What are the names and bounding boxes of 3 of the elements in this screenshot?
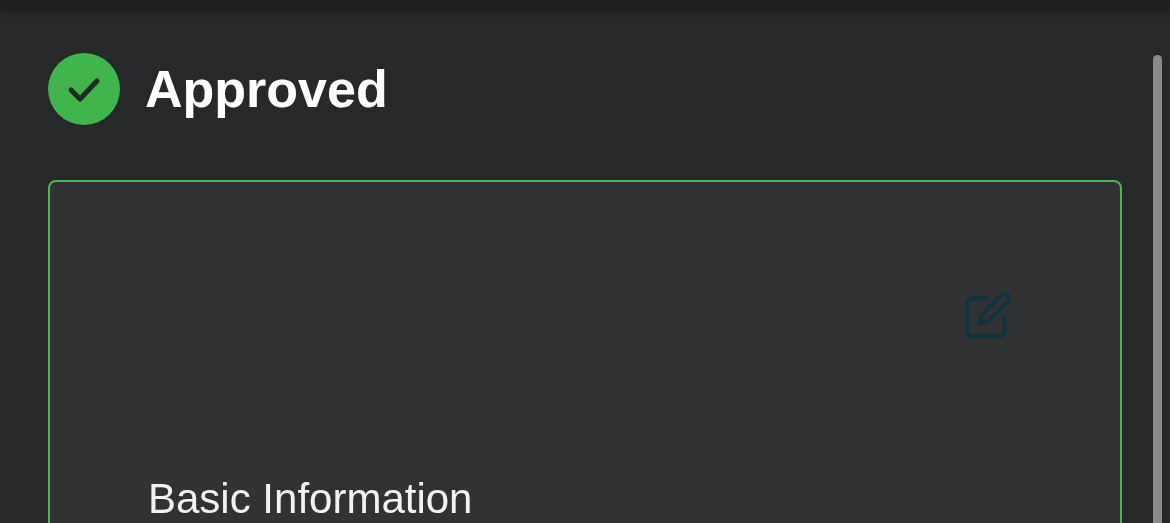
card-title: Basic Information: [148, 478, 473, 520]
scrollbar[interactable]: [1153, 55, 1162, 523]
edit-icon[interactable]: [963, 290, 1013, 340]
